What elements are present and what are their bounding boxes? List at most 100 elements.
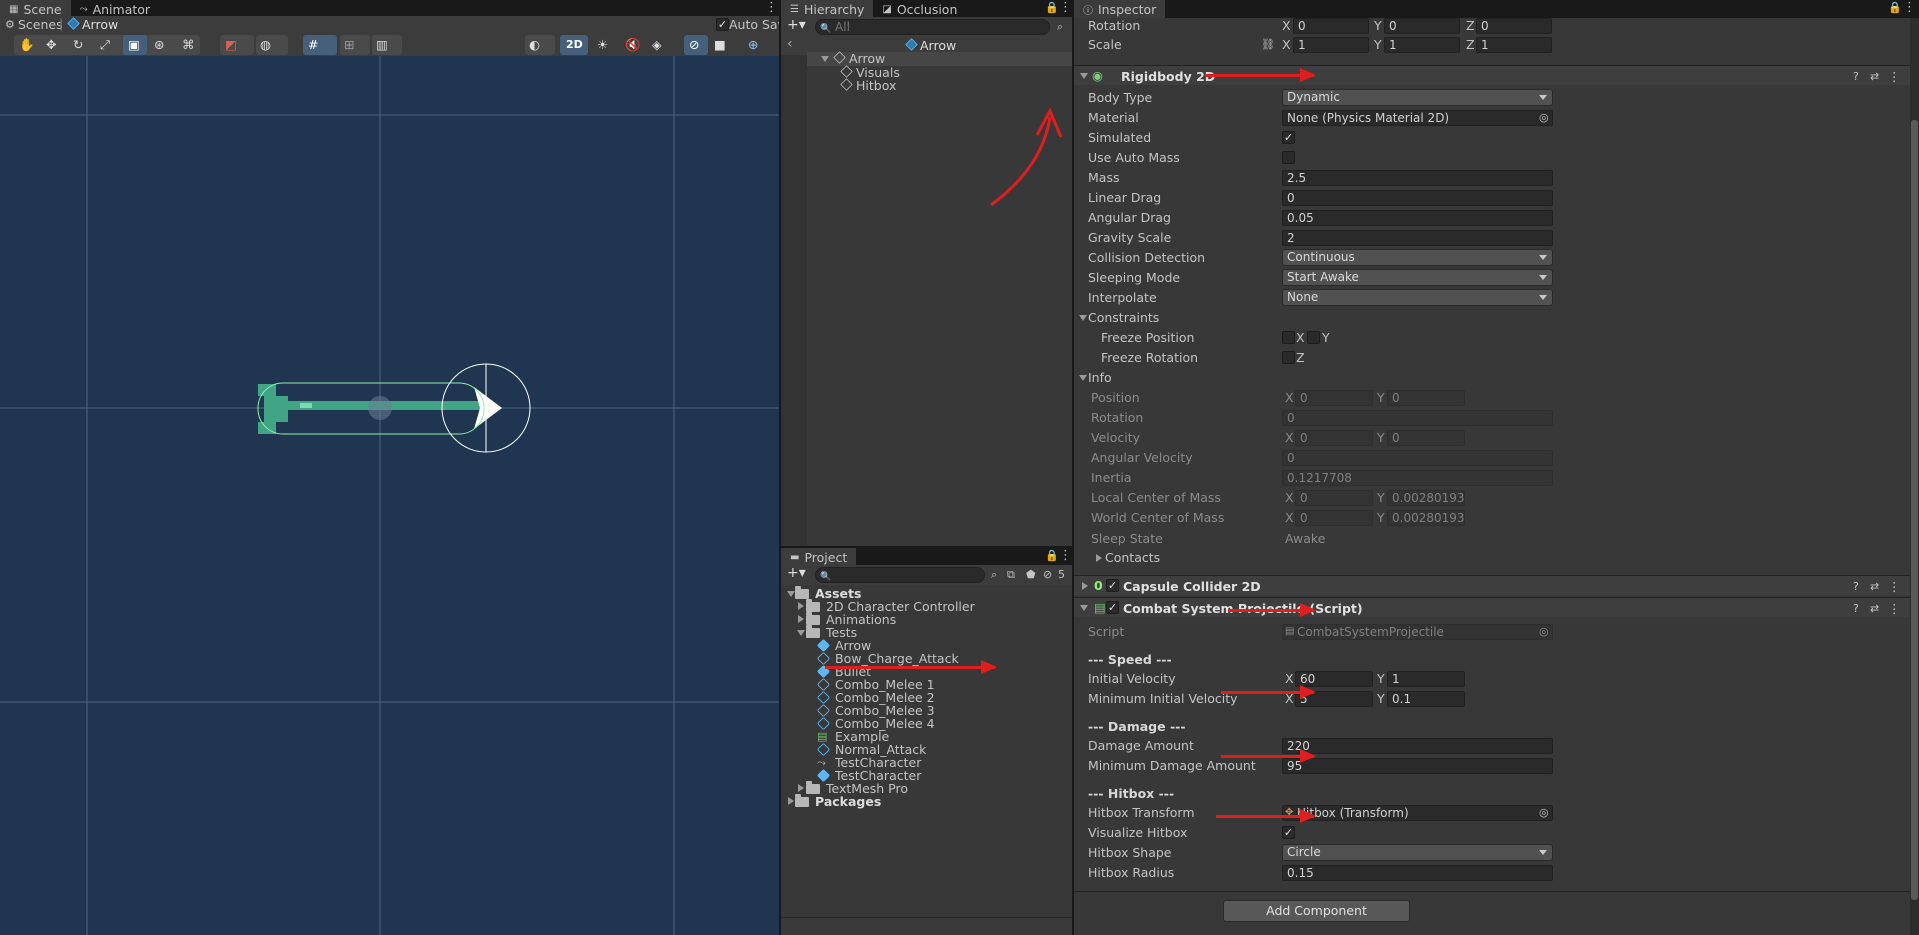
transform-tool-icon[interactable]: ⊛ xyxy=(154,37,164,52)
component-menu-icon[interactable]: ⋮ xyxy=(1888,69,1901,84)
move-tool-icon[interactable]: ✥ xyxy=(46,37,56,52)
min-damage-amount-field[interactable]: 95 xyxy=(1282,758,1553,774)
min-initial-velocity-y[interactable]: 0.1 xyxy=(1387,691,1465,707)
presets-icon[interactable]: ⇄ xyxy=(1870,601,1879,616)
rigidbody2d-header[interactable]: ◉ Rigidbody 2D ? ⇄ ⋮ xyxy=(1074,65,1919,85)
audio-icon[interactable]: 🔇 xyxy=(625,37,641,52)
hidden-packages-icon[interactable]: ⊘ xyxy=(1043,567,1052,582)
interpolate-dropdown[interactable]: None xyxy=(1282,289,1553,306)
scale-z-field[interactable]: 1 xyxy=(1476,37,1552,53)
lock-icon[interactable]: 🔒 xyxy=(1888,1,1902,15)
add-icon[interactable]: +▾ xyxy=(787,18,806,33)
freeze-position-y-checkbox[interactable] xyxy=(1307,331,1320,344)
collapse-icon[interactable] xyxy=(798,615,804,623)
info-label[interactable]: Info xyxy=(1088,370,1112,385)
tree-row[interactable]: ▤ Example xyxy=(781,729,1072,744)
breadcrumb-scenes[interactable]: Scenes xyxy=(18,17,63,32)
info-foldout-icon[interactable] xyxy=(1079,375,1087,381)
component-menu-icon[interactable]: ⋮ xyxy=(1888,579,1901,594)
combat-projectile-header[interactable]: ▤ ✓ Combat System Projectile (Script) ? … xyxy=(1074,597,1919,617)
material-field[interactable]: None (Physics Material 2D) xyxy=(1282,110,1553,126)
constraints-foldout-icon[interactable] xyxy=(1079,315,1087,321)
inspector-scroll-thumb[interactable] xyxy=(1911,120,1918,900)
hand-tool-icon[interactable]: ✋ xyxy=(19,37,35,52)
capsule-enabled-checkbox[interactable]: ✓ xyxy=(1106,579,1119,592)
rotation-z-field[interactable]: 0 xyxy=(1476,18,1552,34)
combat-enabled-checkbox[interactable]: ✓ xyxy=(1106,601,1119,614)
collapse-icon[interactable] xyxy=(788,797,794,805)
rotation-x-field[interactable]: 0 xyxy=(1293,18,1369,34)
hitbox-shape-dropdown[interactable]: Circle xyxy=(1282,844,1553,861)
tree-row[interactable]: 2D Character Controller xyxy=(781,599,1072,614)
tab-occlusion[interactable]: ◪ Occlusion xyxy=(873,0,966,18)
tree-row[interactable]: Normal_Attack xyxy=(781,742,1072,757)
object-picker-icon[interactable]: ◎ xyxy=(1539,110,1549,125)
visualize-hitbox-checkbox[interactable]: ✓ xyxy=(1282,826,1295,839)
back-chevron-icon[interactable]: ‹ xyxy=(787,37,793,52)
filter-icon[interactable]: ⧉ xyxy=(1007,567,1015,582)
hierarchy-row-hitbox[interactable]: Hitbox xyxy=(807,78,1072,93)
presets-icon[interactable]: ⇄ xyxy=(1870,579,1879,594)
search-by-type-icon[interactable]: ⌕ xyxy=(991,567,997,582)
tab-project[interactable]: ▬ Project xyxy=(781,548,857,566)
sleeping-mode-dropdown[interactable]: Start Awake xyxy=(1282,269,1553,286)
use-auto-mass-checkbox[interactable] xyxy=(1282,151,1295,164)
mass-field[interactable]: 2.5 xyxy=(1282,170,1553,186)
constraints-label[interactable]: Constraints xyxy=(1088,310,1159,325)
tree-row[interactable]: Combo_Melee 4 xyxy=(781,716,1072,731)
tab-inspector[interactable]: ⓘ Inspector xyxy=(1074,0,1166,18)
inspector-menu-icon[interactable]: ⋮ xyxy=(1903,1,1916,15)
presets-icon[interactable]: ⇄ xyxy=(1870,69,1879,84)
hitbox-radius-field[interactable]: 0.15 xyxy=(1282,865,1553,881)
auto-save-checkbox[interactable]: ✓ xyxy=(716,18,729,31)
tab-hierarchy[interactable]: ☰ Hierarchy xyxy=(781,0,874,18)
capsule-collider-header[interactable]: 0 ✓ Capsule Collider 2D ? ⇄ ⋮ xyxy=(1074,575,1919,595)
collision-detection-dropdown[interactable]: Continuous xyxy=(1282,249,1553,266)
contacts-foldout-icon[interactable] xyxy=(1096,554,1102,562)
freeze-rotation-z-checkbox[interactable] xyxy=(1282,351,1295,364)
linear-drag-field[interactable]: 0 xyxy=(1282,190,1553,206)
help-icon[interactable]: ? xyxy=(1853,579,1859,594)
damage-amount-field[interactable]: 220 xyxy=(1282,738,1553,754)
collapse-icon[interactable] xyxy=(798,602,804,610)
tree-row[interactable]: TestCharacter xyxy=(781,768,1072,783)
rotation-y-field[interactable]: 0 xyxy=(1384,18,1460,34)
rotate-tool-icon[interactable]: ↻ xyxy=(73,37,83,52)
scale-x-field[interactable]: 1 xyxy=(1293,37,1369,53)
tree-row[interactable]: Bow_Charge_Attack xyxy=(781,651,1072,666)
tree-row[interactable]: Assets xyxy=(781,586,1072,601)
link-icon[interactable]: ⛓ xyxy=(1261,37,1275,52)
project-menu-icon[interactable]: ⋮ xyxy=(1059,549,1072,563)
tree-row[interactable]: ⤳ TestCharacter xyxy=(781,755,1072,770)
hitbox-transform-field[interactable]: Hitbox (Transform) xyxy=(1282,805,1553,821)
initial-velocity-y[interactable]: 1 xyxy=(1387,671,1465,687)
lock-icon[interactable]: 🔒 xyxy=(1045,549,1059,563)
scene-search-icon[interactable]: ⌕ xyxy=(1057,19,1063,34)
tree-row[interactable]: Combo_Melee 3 xyxy=(781,703,1072,718)
effects-icon[interactable]: ◈ xyxy=(652,37,662,52)
simulated-checkbox[interactable]: ✓ xyxy=(1282,131,1295,144)
collapse-icon[interactable] xyxy=(798,784,804,792)
scene-menu-icon[interactable]: ⋮ xyxy=(765,1,778,15)
contacts-label[interactable]: Contacts xyxy=(1105,550,1160,565)
add-icon[interactable]: +▾ xyxy=(787,566,806,581)
gravity-scale-field[interactable]: 2 xyxy=(1282,230,1553,246)
help-icon[interactable]: ? xyxy=(1853,69,1859,84)
angular-drag-field[interactable]: 0.05 xyxy=(1282,210,1553,226)
custom-tool-icon[interactable]: ⌘ xyxy=(182,37,195,52)
lock-icon[interactable]: 🔒 xyxy=(1045,1,1059,15)
tree-row[interactable]: Animations xyxy=(781,612,1072,627)
project-search-input[interactable]: 🔍 xyxy=(815,567,985,583)
hierarchy-search-input[interactable]: 🔍 All xyxy=(815,19,1050,35)
expand-icon[interactable] xyxy=(787,591,795,597)
hierarchy-menu-icon[interactable]: ⋮ xyxy=(1059,1,1072,15)
hierarchy-row-visuals[interactable]: Visuals xyxy=(807,65,1072,80)
object-picker-icon[interactable]: ◎ xyxy=(1539,805,1549,820)
scene-viewport[interactable] xyxy=(0,56,779,935)
lighting-icon[interactable]: ☀ xyxy=(597,37,608,52)
help-icon[interactable]: ? xyxy=(1853,601,1859,616)
gizmos-icon[interactable]: ⊕ xyxy=(748,37,758,52)
hierarchy-row-arrow[interactable]: Arrow xyxy=(807,51,1072,66)
add-component-button[interactable]: Add Component xyxy=(1223,900,1410,922)
camera-icon[interactable]: ■ xyxy=(714,37,726,52)
